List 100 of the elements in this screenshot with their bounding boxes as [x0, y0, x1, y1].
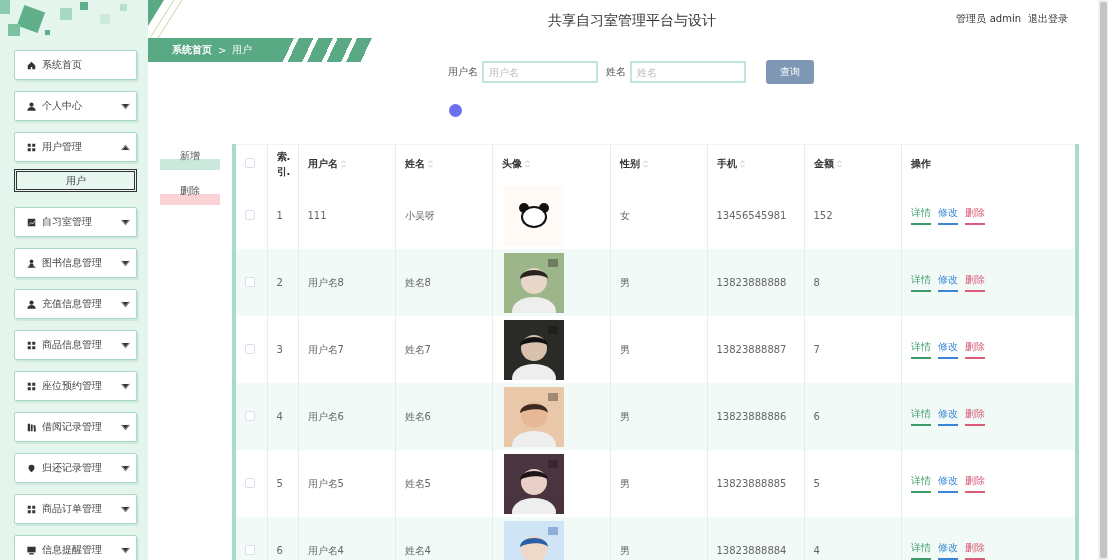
edit-link[interactable]: 修改 [937, 340, 958, 359]
column-header[interactable]: 姓名 [404, 157, 425, 169]
sort-icon[interactable] [836, 159, 842, 168]
edit-link[interactable]: 修改 [937, 273, 958, 292]
table-cell: 姓名5 [404, 477, 431, 489]
sidebar-item[interactable]: 座位预约管理 [14, 371, 137, 401]
page-title: 共享自习室管理平台与设计 [547, 11, 718, 30]
table-cell: 13823888884 [716, 545, 787, 556]
stripes-drawing [148, 0, 182, 38]
sort-icon[interactable] [427, 159, 433, 168]
checkbox[interactable] [245, 209, 255, 220]
sidebar-item[interactable]: 商品信息管理 [14, 330, 137, 360]
table-cell: 6 [813, 411, 820, 422]
checkbox[interactable] [245, 343, 255, 354]
cursor-highlight [449, 104, 462, 117]
sidebar-item[interactable]: 图书信息管理 [14, 248, 137, 278]
person-icon [27, 258, 36, 268]
table-cell: 姓名6 [404, 410, 431, 422]
sidebar-item[interactable]: 充值信息管理 [14, 289, 137, 319]
delete-link[interactable]: 删除 [964, 541, 985, 560]
grid-icon [27, 381, 36, 391]
delete-link[interactable]: 删除 [964, 474, 985, 493]
table-cell: 姓名7 [404, 343, 431, 355]
delete-link[interactable]: 删除 [964, 340, 985, 359]
sidebar-item[interactable]: 借阅记录管理 [14, 412, 137, 442]
table-cell: 男 [619, 477, 630, 489]
checkbox[interactable] [245, 410, 255, 421]
column-header[interactable]: 性别 [619, 157, 640, 169]
table-cell: 女 [619, 209, 630, 221]
detail-link[interactable]: 详情 [910, 206, 931, 225]
delete-link[interactable]: 删除 [964, 407, 985, 426]
table-cell: 13823888885 [716, 478, 787, 489]
checkbox[interactable] [245, 477, 255, 488]
edit-link[interactable]: 修改 [937, 474, 958, 493]
table-cell: 5 [813, 478, 820, 489]
table-cell: 小吴呀 [404, 209, 435, 221]
table-cell: 用户名8 [307, 276, 344, 288]
logout-link[interactable]: 退出登录 [1028, 12, 1068, 26]
sidebar-item[interactable]: 商品订单管理 [14, 494, 137, 524]
user-icon [27, 101, 36, 111]
table-cell: 7 [813, 344, 820, 355]
field-label: 用户名 [448, 65, 478, 79]
table-cell: 111 [307, 210, 327, 221]
column-header[interactable]: 头像 [501, 157, 522, 169]
sidebar-item[interactable]: 信息提醒管理 [14, 535, 137, 560]
grid-icon [27, 340, 36, 350]
breadcrumb-item: 用户 [232, 43, 253, 57]
table-cell: 3 [276, 344, 283, 355]
sidebar-item[interactable]: 用户管理 [14, 132, 137, 162]
detail-link[interactable]: 详情 [910, 340, 931, 359]
sort-icon[interactable] [739, 159, 745, 168]
table-cell: 13823888886 [716, 411, 787, 422]
sort-icon[interactable] [524, 159, 530, 168]
delete-button[interactable]: 删除 [160, 184, 220, 205]
checkbox[interactable] [245, 276, 255, 287]
detail-link[interactable]: 详情 [910, 541, 931, 560]
table-cell: 用户名5 [307, 477, 344, 489]
detail-link[interactable]: 详情 [910, 407, 931, 426]
edit-link[interactable]: 修改 [937, 541, 958, 560]
sort-icon[interactable] [340, 159, 346, 168]
table-cell: 13456545981 [716, 210, 787, 221]
scrollbar[interactable] [1098, 0, 1108, 560]
submenu-item[interactable]: 用户 [14, 169, 137, 192]
table-cell: 用户名6 [307, 410, 344, 422]
checkbox[interactable] [245, 544, 255, 555]
column-header[interactable]: 手机 [716, 157, 737, 169]
table-cell: 4 [276, 411, 283, 422]
column-header: 索.引. [276, 149, 292, 179]
home-icon [27, 60, 36, 70]
table-cell: 用户名7 [307, 343, 344, 355]
sidebar-item[interactable]: 系统首页 [14, 50, 137, 80]
table-cell: 男 [619, 410, 630, 422]
breadcrumb-item: > [218, 44, 227, 56]
checkbox[interactable] [245, 157, 255, 168]
grid-icon [27, 504, 36, 514]
sidebar-item[interactable]: 归还记录管理 [14, 453, 137, 483]
column-header[interactable]: 金额 [813, 157, 834, 169]
delete-link[interactable]: 删除 [964, 273, 985, 292]
table-cell: 男 [619, 276, 630, 288]
detail-link[interactable]: 详情 [910, 474, 931, 493]
search-field[interactable]: 姓名 [630, 61, 746, 83]
sidebar-item[interactable]: 个人中心 [14, 91, 137, 121]
table-cell: 2 [276, 277, 283, 288]
sidebar-item[interactable]: 自习室管理 [14, 207, 137, 237]
delete-link[interactable]: 删除 [964, 206, 985, 225]
user-name: 管理员 admin [956, 12, 1021, 26]
field-label: 姓名 [606, 65, 626, 79]
table-cell: 6 [276, 545, 283, 556]
table-cell: 152 [813, 210, 833, 221]
user-icon [27, 299, 36, 309]
column-header[interactable]: 用户名 [307, 157, 338, 169]
sort-icon[interactable] [642, 159, 648, 168]
search-field[interactable]: 用户名 [482, 61, 598, 83]
pin-icon [27, 463, 36, 473]
add-button[interactable]: 新增 [160, 149, 220, 170]
edit-link[interactable]: 修改 [937, 407, 958, 426]
table-cell: 13823888887 [716, 344, 787, 355]
detail-link[interactable]: 详情 [910, 273, 931, 292]
column-header: 操作 [910, 157, 931, 169]
edit-link[interactable]: 修改 [937, 206, 958, 225]
